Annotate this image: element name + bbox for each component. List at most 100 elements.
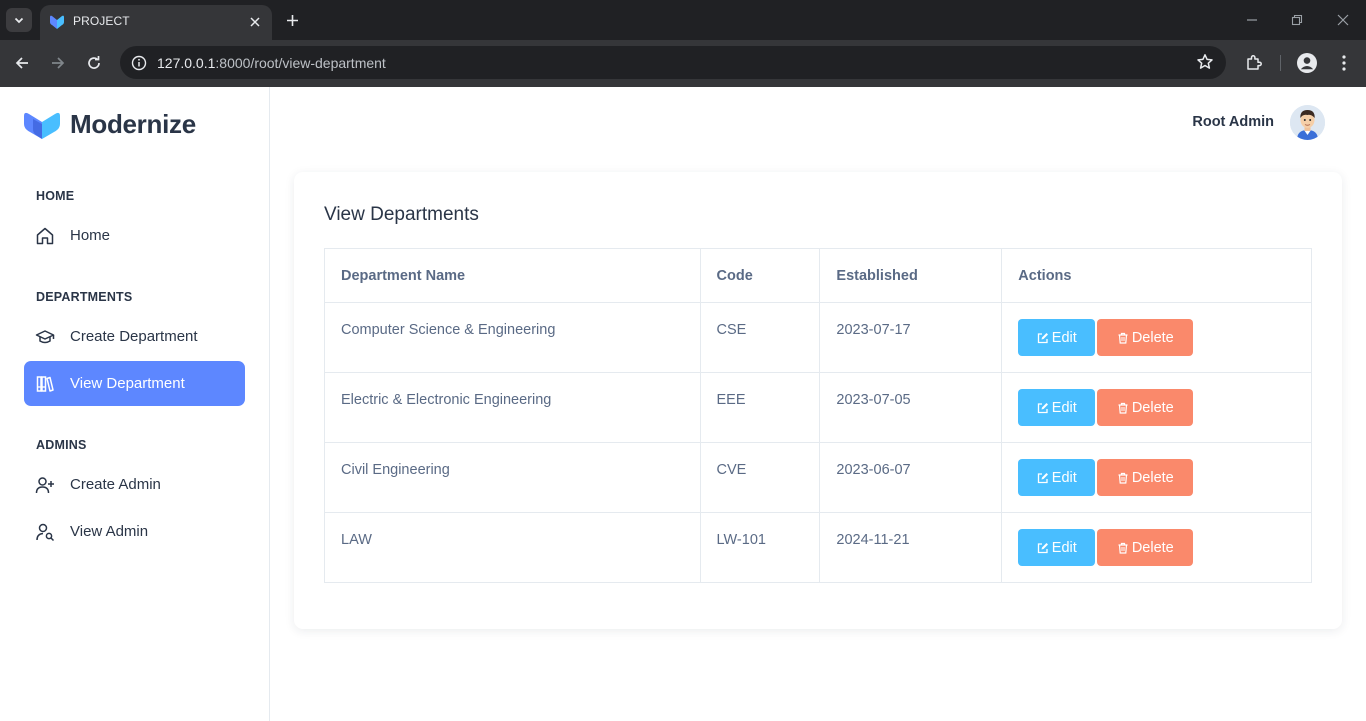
reload-button[interactable] (83, 52, 105, 74)
cell-code: EEE (699, 372, 821, 443)
new-tab-button[interactable] (282, 10, 302, 30)
close-icon (1337, 14, 1349, 26)
delete-label: Delete (1131, 399, 1174, 416)
modernize-logo-icon (24, 112, 60, 139)
arrow-right-icon (52, 57, 65, 69)
delete-label: Delete (1131, 539, 1174, 556)
column-header-code: Code (699, 248, 821, 303)
sidebar-item-view-admin[interactable]: View Admin (24, 509, 245, 554)
profile-button[interactable] (1297, 53, 1317, 73)
toolbar-separator (1280, 55, 1281, 71)
browser-toolbar: 127.0.0.1:8000/root/view-department (0, 40, 1366, 87)
forward-button[interactable] (47, 52, 69, 74)
edit-icon (1037, 402, 1048, 413)
departments-table: Department Name Code Established Actions… (324, 248, 1312, 583)
chevron-down-icon (14, 17, 24, 24)
column-header-department-name: Department Name (324, 248, 701, 303)
sidebar: Modernize HOME Home DEPARTMENTS Create D… (0, 87, 270, 721)
cell-actions: Edit Delete (1001, 302, 1312, 373)
url-text: 127.0.0.1:8000/root/view-department (157, 55, 386, 71)
cell-established: 2023-07-05 (819, 372, 1003, 443)
edit-button[interactable]: Edit (1018, 389, 1096, 426)
sidebar-item-create-department[interactable]: Create Department (24, 314, 245, 359)
minimize-button[interactable] (1244, 12, 1260, 28)
delete-button[interactable]: Delete (1097, 319, 1194, 356)
nav-caption-home: HOME (36, 189, 75, 203)
sidebar-item-label: Create Admin (70, 476, 161, 493)
edit-button[interactable]: Edit (1018, 529, 1096, 566)
sidebar-item-create-admin[interactable]: Create Admin (24, 462, 245, 507)
nav-caption-departments: DEPARTMENTS (36, 290, 133, 304)
trash-icon (1118, 542, 1128, 554)
user-name[interactable]: Root Admin (1192, 114, 1274, 130)
table-row: LAW LW-101 2024-11-21 Edit Delete (324, 512, 1312, 583)
delete-button[interactable]: Delete (1097, 389, 1194, 426)
sidebar-item-view-department[interactable]: View Department (24, 361, 245, 406)
edit-label: Edit (1051, 329, 1077, 346)
cell-actions: Edit Delete (1001, 372, 1312, 443)
user-search-icon (35, 522, 55, 542)
browser-tabstrip: PROJECT (0, 0, 1366, 40)
account-icon (1297, 53, 1317, 73)
cell-code: CVE (699, 442, 821, 513)
close-window-button[interactable] (1335, 12, 1351, 28)
extensions-button[interactable] (1244, 53, 1264, 73)
cell-established: 2023-06-07 (819, 442, 1003, 513)
edit-button[interactable]: Edit (1018, 459, 1096, 496)
user-avatar-icon (1290, 105, 1325, 140)
cell-actions: Edit Delete (1001, 442, 1312, 513)
brand-logo[interactable]: Modernize (24, 109, 196, 140)
puzzle-icon (1247, 55, 1262, 70)
trash-icon (1118, 472, 1128, 484)
tab-search-button[interactable] (6, 8, 32, 32)
main-content: Root Admin View Departments Department N… (270, 87, 1366, 721)
edit-label: Edit (1051, 399, 1077, 416)
back-button[interactable] (11, 52, 33, 74)
sidebar-item-label: Home (70, 227, 111, 244)
table-row: Electric & Electronic Engineering EEE 20… (324, 372, 1312, 443)
edit-icon (1037, 332, 1048, 343)
departments-card: View Departments Department Name Code Es… (294, 172, 1342, 629)
brand-name: Modernize (70, 109, 196, 139)
app-root: Modernize HOME Home DEPARTMENTS Create D… (0, 87, 1366, 721)
sidebar-item-label: View Admin (70, 523, 149, 540)
edit-label: Edit (1051, 539, 1077, 556)
cell-department-name: LAW (324, 512, 701, 583)
nav-caption-admins: ADMINS (36, 438, 87, 452)
table-header-row: Department Name Code Established Actions (324, 248, 1312, 303)
cell-code: CSE (699, 302, 821, 373)
sidebar-item-label: Create Department (70, 328, 198, 345)
delete-label: Delete (1131, 329, 1174, 346)
delete-button[interactable]: Delete (1097, 459, 1194, 496)
tab-close-button[interactable] (246, 13, 264, 31)
favicon-icon (50, 15, 64, 29)
cell-department-name: Computer Science & Engineering (324, 302, 701, 373)
edit-button[interactable]: Edit (1018, 319, 1096, 356)
tab-title: PROJECT (73, 14, 130, 28)
delete-button[interactable]: Delete (1097, 529, 1194, 566)
home-icon (35, 226, 55, 246)
bookmark-star-icon[interactable] (1196, 53, 1214, 71)
table-row: Civil Engineering CVE 2023-06-07 Edit Del… (324, 442, 1312, 513)
edit-icon (1037, 472, 1048, 483)
user-plus-icon (35, 475, 55, 495)
restore-button[interactable] (1289, 12, 1305, 28)
graduation-cap-icon (35, 327, 55, 347)
edit-icon (1037, 542, 1048, 553)
column-header-established: Established (819, 248, 1003, 303)
address-bar[interactable]: 127.0.0.1:8000/root/view-department (120, 46, 1226, 79)
browser-tab[interactable]: PROJECT (40, 5, 272, 40)
cell-department-name: Civil Engineering (324, 442, 701, 513)
books-icon (35, 374, 55, 394)
cell-actions: Edit Delete (1001, 512, 1312, 583)
url-host: 127.0.0.1 (157, 55, 216, 71)
site-info-button[interactable] (129, 53, 148, 72)
delete-label: Delete (1131, 469, 1174, 486)
sidebar-item-home[interactable]: Home (24, 213, 245, 258)
trash-icon (1118, 332, 1128, 344)
cell-department-name: Electric & Electronic Engineering (324, 372, 701, 443)
avatar[interactable] (1290, 105, 1325, 140)
browser-menu-button[interactable] (1334, 53, 1354, 73)
cell-code: LW-101 (699, 512, 821, 583)
more-vertical-icon (1342, 55, 1346, 71)
